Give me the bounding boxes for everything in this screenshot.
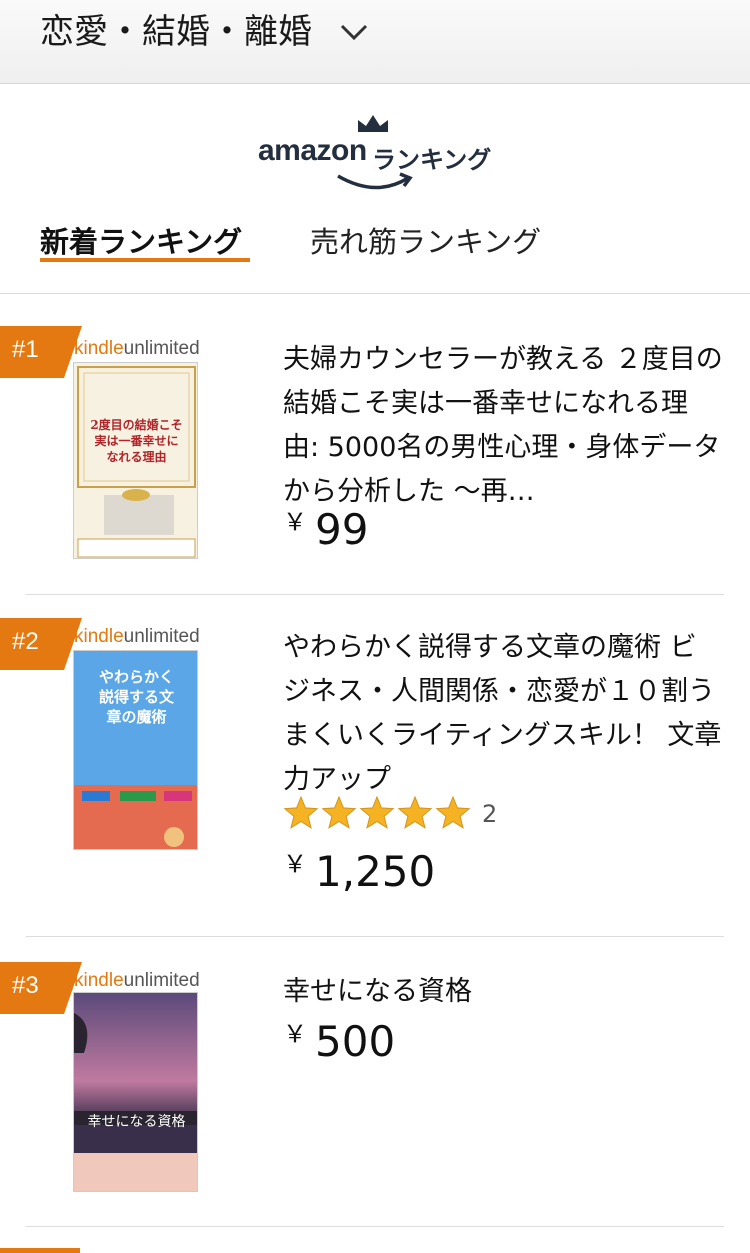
- logo-brand: amazon: [258, 134, 367, 167]
- kindle-unlimited-label: kindleunlimited: [74, 338, 200, 359]
- divider: [26, 936, 724, 937]
- category-header[interactable]: 恋愛・結婚・離婚: [0, 0, 750, 84]
- star-icon: [397, 795, 433, 829]
- chevron-down-icon[interactable]: [340, 22, 368, 46]
- star-icon: [435, 795, 471, 829]
- rank-badge: #1: [0, 326, 82, 378]
- star-icon: [283, 795, 319, 829]
- item-price: ￥ 99: [283, 505, 369, 554]
- star-icon: [321, 795, 357, 829]
- tab-bestseller-ranking[interactable]: 売れ筋ランキング: [310, 222, 541, 262]
- ranking-item[interactable]: #2 kindleunlimited やわらかく説得する文章の魔術 やわらかく説…: [0, 618, 750, 936]
- star-icon: [359, 795, 395, 829]
- tab-new-ranking[interactable]: 新着ランキング: [40, 222, 242, 262]
- item-title[interactable]: 幸せになる資格: [283, 970, 723, 1014]
- item-title[interactable]: やわらかく説得する文章の魔術 ビジネス・人間関係・恋愛が１０割うまくいくライティ…: [283, 626, 723, 802]
- ranking-item[interactable]: #3 kindleunlimited 幸せになる資格 幸せになる資格 ￥ 500: [0, 962, 750, 1224]
- book-cover[interactable]: 2度目の結婚こそ実は一番幸せになれる理由: [73, 362, 198, 559]
- active-tab-indicator: [40, 258, 250, 262]
- divider: [26, 594, 724, 595]
- item-title[interactable]: 夫婦カウンセラーが教える ２度目の結婚こそ実は一番幸せになれる理由: 5000名…: [283, 338, 723, 514]
- rank-badge: #2: [0, 618, 82, 670]
- rank-badge-next: [0, 1248, 80, 1253]
- amazon-ranking-logo: amazon ランキング: [258, 112, 494, 200]
- ranking-tabs: 新着ランキング 売れ筋ランキング: [0, 220, 750, 294]
- cover-title: 2度目の結婚こそ実は一番幸せになれる理由: [90, 418, 183, 464]
- rank-badge: #3: [0, 962, 82, 1014]
- book-cover[interactable]: やわらかく説得する文章の魔術: [73, 650, 198, 850]
- smile-arrow-icon: [336, 170, 416, 196]
- category-title: 恋愛・結婚・離婚: [40, 12, 312, 52]
- item-price: ￥ 1,250: [283, 847, 436, 896]
- kindle-unlimited-label: kindleunlimited: [74, 626, 200, 647]
- cover-title: 幸せになる資格: [87, 1114, 186, 1130]
- ranking-item[interactable]: #1 kindleunlimited 2度目の結婚こそ実は一番幸せになれる理由 …: [0, 326, 750, 594]
- kindle-unlimited-label: kindleunlimited: [74, 970, 200, 991]
- book-cover[interactable]: 幸せになる資格: [73, 992, 198, 1192]
- cover-title: やわらかく説得する文章の魔術: [98, 668, 174, 726]
- item-price: ￥ 500: [283, 1017, 396, 1066]
- divider: [26, 1226, 724, 1227]
- star-rating[interactable]: [283, 794, 483, 838]
- review-count[interactable]: 2: [482, 800, 497, 828]
